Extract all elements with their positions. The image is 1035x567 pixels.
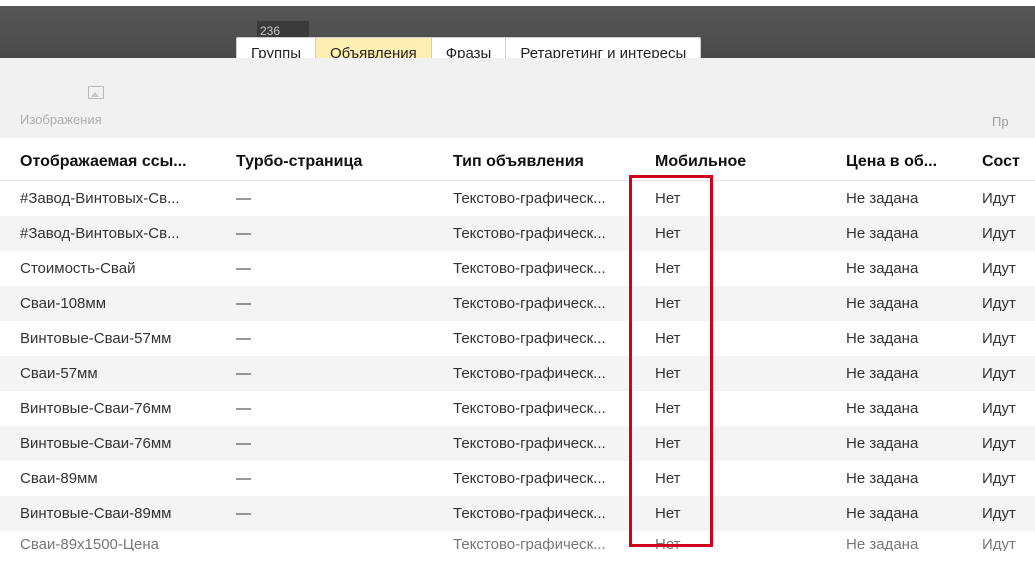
cell-ad-type: Текстово-графическ... — [453, 435, 606, 452]
cell-status: Идут — [982, 330, 1016, 347]
table-row[interactable]: Винтовые-Сваи-89мм — Текстово-графическ...… — [0, 496, 1035, 531]
table-row[interactable]: Сваи-108мм — Текстово-графическ... Нет Не за… — [0, 286, 1035, 321]
cell-mobile: Нет — [655, 190, 681, 207]
cell-ad-type: Текстово-графическ... — [453, 400, 606, 417]
cell-ad-type: Текстово-графическ... — [453, 505, 606, 522]
cell-display-link: Винтовые-Сваи-57мм — [20, 330, 172, 347]
cell-price: Не задана — [846, 435, 919, 452]
cell-turbo-page: — — [236, 435, 251, 452]
cell-ad-type: Текстово-графическ... — [453, 536, 606, 551]
column-header-price[interactable]: Цена в об... — [846, 145, 961, 180]
cell-price: Не задана — [846, 225, 919, 242]
cell-turbo-page: — — [236, 365, 251, 382]
cell-status: Идут — [982, 260, 1016, 277]
cell-mobile: Нет — [655, 470, 681, 487]
table-row[interactable]: Винтовые-Сваи-76мм — Текстово-графическ...… — [0, 426, 1035, 461]
cell-turbo-page: — — [236, 330, 251, 347]
cell-status: Идут — [982, 470, 1016, 487]
cell-mobile: Нет — [655, 260, 681, 277]
cell-display-link: Винтовые-Сваи-76мм — [20, 435, 172, 452]
cell-status: Идут — [982, 505, 1016, 522]
cell-display-link: Стоимость-Свай — [20, 260, 136, 277]
table-row[interactable]: Сваи-89х1500-Цена Текстово-графическ... Не… — [0, 531, 1035, 551]
table-row[interactable]: Сваи-57мм — Текстово-графическ... Нет Не зад… — [0, 356, 1035, 391]
cell-status: Идут — [982, 536, 1016, 551]
cell-ad-type: Текстово-графическ... — [453, 330, 606, 347]
cell-display-link: Сваи-108мм — [20, 295, 107, 312]
table-row[interactable]: Винтовые-Сваи-76мм — Текстово-графическ...… — [0, 391, 1035, 426]
cell-turbo-page: — — [236, 295, 251, 312]
cell-display-link: #Завод-Винтовых-Св... — [20, 225, 180, 242]
cell-display-link: Винтовые-Сваи-89мм — [20, 505, 172, 522]
cell-price: Не задана — [846, 536, 919, 551]
cell-turbo-page: — — [236, 190, 251, 207]
cell-mobile: Нет — [655, 295, 681, 312]
cell-turbo-page: — — [236, 400, 251, 417]
cell-ad-type: Текстово-графическ... — [453, 470, 606, 487]
column-header-status[interactable]: Сост — [982, 145, 1035, 180]
cell-mobile: Нет — [655, 365, 681, 382]
cell-turbo-page — [236, 531, 426, 551]
cell-ad-type: Текстово-графическ... — [453, 365, 606, 382]
cell-display-link: Сваи-57мм — [20, 365, 98, 382]
cell-display-link: Винтовые-Сваи-76мм — [20, 400, 172, 417]
cell-status: Идут — [982, 295, 1016, 312]
cell-price: Не задана — [846, 295, 919, 312]
cell-status: Идут — [982, 365, 1016, 382]
cell-status: Идут — [982, 190, 1016, 207]
column-header-ad-type[interactable]: Тип объявления — [453, 145, 625, 180]
cell-turbo-page: — — [236, 260, 251, 277]
cell-price: Не задана — [846, 400, 919, 417]
cell-ad-type: Текстово-графическ... — [453, 295, 606, 312]
toolbar: Изображения Пр — [0, 58, 1035, 138]
cell-ad-type: Текстово-графическ... — [453, 225, 606, 242]
cell-price: Не задана — [846, 330, 919, 347]
table-row[interactable]: #Завод-Винтовых-Св... — Текстово-графическ… — [0, 181, 1035, 216]
cell-ad-type: Текстово-графическ... — [453, 190, 606, 207]
cell-mobile: Нет — [655, 330, 681, 347]
cell-price: Не задана — [846, 190, 919, 207]
cell-turbo-page: — — [236, 505, 251, 522]
images-label: Изображения — [20, 112, 102, 127]
table-row[interactable]: Винтовые-Сваи-57мм — Текстово-графическ...… — [0, 321, 1035, 356]
cell-price: Не задана — [846, 260, 919, 277]
image-icon — [88, 86, 104, 99]
cell-price: Не задана — [846, 470, 919, 487]
cell-price: Не задана — [846, 365, 919, 382]
table-row[interactable]: Сваи-89мм — Текстово-графическ... Нет Не зад… — [0, 461, 1035, 496]
cell-ad-type: Текстово-графическ... — [453, 260, 606, 277]
cell-status: Идут — [982, 435, 1016, 452]
cell-status: Идут — [982, 400, 1016, 417]
cell-turbo-page: — — [236, 225, 251, 242]
column-header-display-link[interactable]: Отображаемая ссы... — [20, 145, 216, 180]
toolbar-right-label[interactable]: Пр — [992, 114, 1009, 129]
cell-display-link: Сваи-89мм — [20, 470, 98, 487]
cell-status: Идут — [982, 225, 1016, 242]
ads-table: Отображаемая ссы... Турбо-страница Тип о… — [0, 145, 1035, 551]
cell-mobile: Нет — [655, 536, 681, 551]
table-row[interactable]: #Завод-Винтовых-Св... — Текстово-графическ… — [0, 216, 1035, 251]
cell-turbo-page: — — [236, 470, 251, 487]
column-header-turbo-page[interactable]: Турбо-страница — [236, 145, 426, 180]
cell-display-link: Сваи-89х1500-Цена — [20, 536, 159, 551]
cell-mobile: Нет — [655, 225, 681, 242]
table-row[interactable]: Стоимость-Свай — Текстово-графическ... Нет Н… — [0, 251, 1035, 286]
cell-mobile: Нет — [655, 505, 681, 522]
cell-price: Не задана — [846, 505, 919, 522]
cell-mobile: Нет — [655, 400, 681, 417]
cell-mobile: Нет — [655, 435, 681, 452]
cell-display-link: #Завод-Винтовых-Св... — [20, 190, 180, 207]
column-header-mobile[interactable]: Мобильное — [655, 145, 815, 180]
table-header-row: Отображаемая ссы... Турбо-страница Тип о… — [0, 145, 1035, 181]
